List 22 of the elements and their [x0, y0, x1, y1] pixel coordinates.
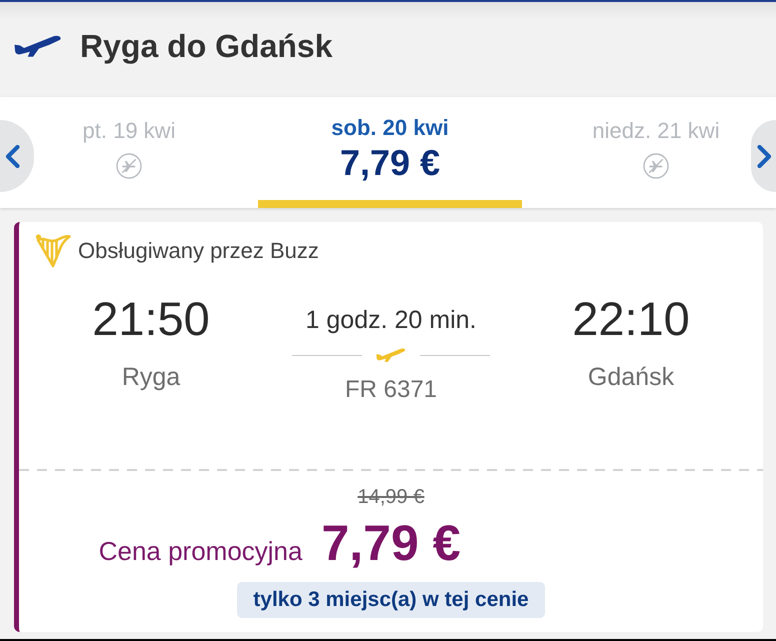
fare-label: Cena promocyjna: [98, 536, 302, 566]
date-tab[interactable]: niedz. 21 kwi: [522, 97, 751, 208]
promo-price: 7,79 €: [321, 515, 460, 571]
arrival-city: Gdańsk: [588, 362, 674, 392]
departure-time: 21:50: [92, 294, 210, 344]
original-price: 14,99 €: [358, 485, 424, 509]
flight-duration: 1 godz. 20 min.: [306, 305, 476, 335]
date-tab[interactable]: pt. 19 kwi: [34, 97, 258, 208]
departure-city: Ryga: [122, 362, 180, 392]
next-day-button[interactable]: [751, 120, 776, 192]
date-tab[interactable]: sob. 20 kwi 7,79 €: [258, 97, 522, 208]
flight-number: FR 6371: [344, 375, 438, 405]
airplane-icon: [14, 35, 62, 57]
seats-left-notice: tylko 3 miejsc(a) w tej cenie: [237, 582, 545, 618]
harp-icon: [35, 233, 71, 268]
lowest-fare-price: 7,79 €: [340, 142, 440, 182]
chevron-right-icon: [757, 144, 772, 168]
airplane-icon: [376, 348, 406, 362]
chevron-left-icon: [5, 144, 20, 168]
arrival-time: 22:10: [572, 294, 690, 344]
operator-label: Obsługiwany przez Buzz: [78, 236, 319, 264]
page-title: Ryga do Gdańsk: [80, 27, 332, 66]
